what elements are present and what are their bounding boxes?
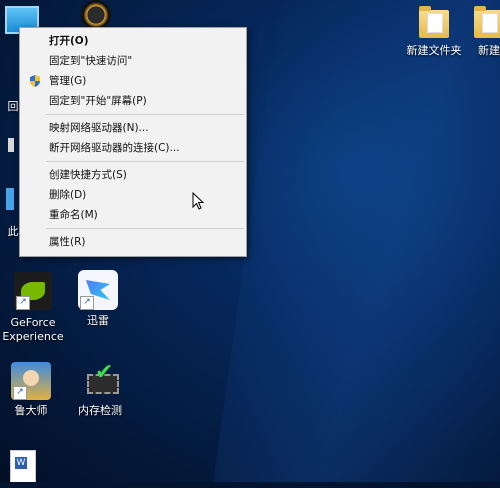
menu-item-pin-quick-access[interactable]: 固定到"快速访问" <box>20 51 246 71</box>
partial-icon-shape <box>6 188 14 210</box>
menu-item-label: 固定到"开始"屏幕(P) <box>49 95 147 107</box>
partial-desktop-icon-2[interactable] <box>6 188 20 210</box>
shortcut-arrow-icon: ↗ <box>80 296 94 310</box>
shield-icon <box>30 75 40 87</box>
ludashi-label: 鲁大师 <box>14 404 48 417</box>
new-folder-2-icon[interactable]: 新建 <box>474 6 500 58</box>
ludashi-icon[interactable]: ↗ 鲁大师 <box>2 362 60 418</box>
geforce-experience-label: GeForce Experience <box>2 316 64 343</box>
folder-icon <box>474 6 500 38</box>
menu-item-label: 管理(G) <box>49 75 87 87</box>
wallpaper-light-beam <box>210 0 500 488</box>
menu-item-properties[interactable]: 属性(R) <box>20 232 246 252</box>
menu-item-label: 断开网络驱动器的连接(C)... <box>49 142 180 154</box>
menu-item-label: 固定到"快速访问" <box>49 55 133 67</box>
desktop[interactable]: 此 回 新建文件夹 新建 ↗ GeForce Experience ↗ 迅雷 ↗… <box>0 0 500 488</box>
menu-item-label: 重命名(M) <box>49 209 98 221</box>
memory-test-label: 内存检测 <box>78 404 122 417</box>
circular-app-icon <box>81 0 111 30</box>
memory-test-icon[interactable]: ✔ 内存检测 <box>72 362 128 418</box>
new-folder-icon[interactable]: 新建文件夹 <box>404 6 464 58</box>
shortcut-arrow-icon: ↗ <box>13 386 27 400</box>
new-folder-2-label: 新建 <box>478 44 500 57</box>
word-document-icon[interactable]: W <box>8 450 38 486</box>
new-folder-label: 新建文件夹 <box>406 44 462 57</box>
menu-item-pin-start[interactable]: 固定到"开始"屏幕(P) <box>20 91 246 111</box>
menu-item-label: 属性(R) <box>49 236 86 248</box>
menu-item-manage[interactable]: 管理(G) <box>20 71 246 91</box>
geforce-experience-icon[interactable]: ↗ GeForce Experience <box>2 272 64 344</box>
word-icon: W <box>10 450 36 486</box>
menu-item-label: 映射网络驱动器(N)... <box>49 122 149 134</box>
menu-separator <box>46 161 244 162</box>
context-menu[interactable]: 打开(O) 固定到"快速访问" 管理(G) 固定到"开始"屏幕(P) 映射网络驱… <box>19 27 247 257</box>
mouse-cursor-icon <box>192 192 204 210</box>
menu-item-delete[interactable]: 删除(D) <box>20 185 246 205</box>
checkmark-icon: ✔ <box>95 360 114 385</box>
partial-label-2: 回 <box>7 100 19 113</box>
menu-item-disconnect-network-drive[interactable]: 断开网络驱动器的连接(C)... <box>20 138 246 158</box>
nvidia-icon: ↗ <box>14 272 52 310</box>
memory-chip-icon: ✔ <box>81 362 119 398</box>
xunlei-bird-icon: ↗ <box>78 270 118 310</box>
menu-item-label: 删除(D) <box>49 189 87 201</box>
menu-item-rename[interactable]: 重命名(M) <box>20 205 246 225</box>
xunlei-label: 迅雷 <box>87 314 109 327</box>
ludashi-face-icon: ↗ <box>11 362 51 400</box>
menu-item-label: 打开(O) <box>49 35 89 47</box>
menu-item-map-network-drive[interactable]: 映射网络驱动器(N)... <box>20 118 246 138</box>
xunlei-icon[interactable]: ↗ 迅雷 <box>72 270 124 328</box>
menu-separator <box>46 114 244 115</box>
partial-label-1: 此 <box>7 225 19 238</box>
partial-icon-shape <box>8 138 14 152</box>
menu-item-open[interactable]: 打开(O) <box>20 31 246 51</box>
shortcut-arrow-icon: ↗ <box>16 296 30 310</box>
taskbar-edge <box>0 482 500 488</box>
menu-separator <box>46 228 244 229</box>
app-shortcut-icon[interactable] <box>76 0 116 30</box>
menu-item-label: 创建快捷方式(S) <box>49 169 127 181</box>
menu-item-create-shortcut[interactable]: 创建快捷方式(S) <box>20 165 246 185</box>
folder-icon <box>419 6 449 38</box>
